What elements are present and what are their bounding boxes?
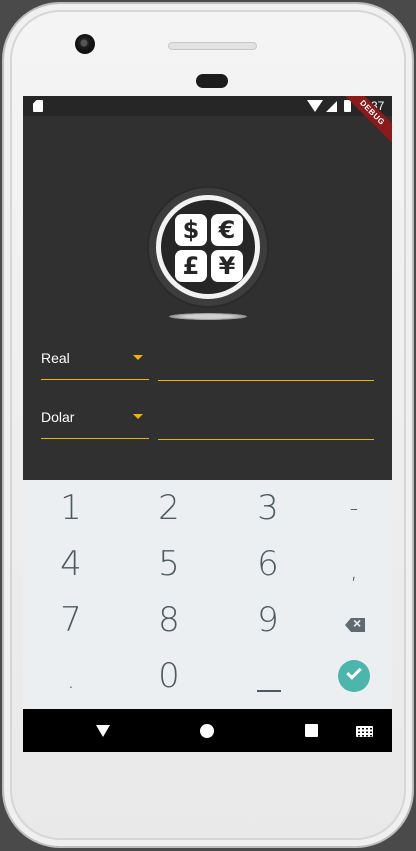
to-currency-dropdown[interactable]: Dolar — [41, 397, 149, 439]
keyboard-switch-icon[interactable] — [356, 726, 373, 737]
key-9[interactable]: 9 — [222, 592, 314, 649]
logo-ring: $ € £ ¥ — [156, 195, 260, 299]
sd-card-icon — [33, 100, 43, 112]
wifi-icon — [307, 100, 323, 112]
euro-icon: € — [211, 214, 243, 246]
from-currency-row: Real — [41, 338, 374, 381]
key-5[interactable]: 5 — [123, 536, 215, 593]
recents-icon[interactable] — [305, 724, 318, 737]
dropdown-arrow-icon — [133, 355, 143, 360]
dropdown-arrow-icon — [133, 414, 143, 419]
status-bar: 2:37 — [23, 96, 392, 116]
done-button[interactable] — [338, 660, 370, 692]
signal-icon — [326, 101, 337, 112]
dollar-icon: $ — [175, 214, 207, 246]
key-7[interactable]: 7 — [25, 592, 117, 649]
home-icon[interactable] — [200, 724, 214, 738]
front-camera — [75, 34, 95, 54]
yen-icon: ¥ — [211, 250, 243, 282]
proximity-sensor — [196, 74, 228, 88]
from-currency-label: Real — [41, 350, 70, 366]
backspace-icon[interactable] — [345, 618, 365, 632]
to-amount-input[interactable] — [158, 397, 374, 440]
pound-icon: £ — [175, 250, 207, 282]
key-0[interactable]: 0 — [123, 648, 215, 705]
numeric-keyboard: 1 2 3 - 4 5 6 , 7 8 9 . 0 — [23, 480, 392, 709]
key-4[interactable]: 4 — [25, 536, 117, 593]
from-currency-dropdown[interactable]: Real — [41, 338, 149, 380]
key-comma[interactable]: , — [308, 542, 392, 599]
check-icon — [346, 664, 362, 680]
back-icon[interactable] — [96, 725, 110, 737]
screen: 2:37 DEBUG $ € £ ¥ Real Dolar 1 2 3 - 4 … — [23, 96, 392, 752]
logo-shadow — [169, 313, 247, 320]
earpiece-speaker — [168, 42, 257, 50]
key-minus[interactable]: - — [308, 480, 392, 537]
navigation-bar — [23, 709, 392, 752]
to-currency-row: Dolar — [41, 397, 374, 440]
key-3[interactable]: 3 — [222, 480, 314, 537]
space-key-icon[interactable] — [257, 690, 281, 692]
from-amount-input[interactable] — [158, 338, 374, 381]
key-6[interactable]: 6 — [222, 536, 314, 593]
key-8[interactable]: 8 — [123, 592, 215, 649]
to-currency-label: Dolar — [41, 409, 75, 425]
key-1[interactable]: 1 — [25, 480, 117, 537]
key-period[interactable]: . — [25, 652, 117, 709]
key-2[interactable]: 2 — [123, 480, 215, 537]
currency-logo: $ € £ ¥ — [149, 188, 267, 306]
